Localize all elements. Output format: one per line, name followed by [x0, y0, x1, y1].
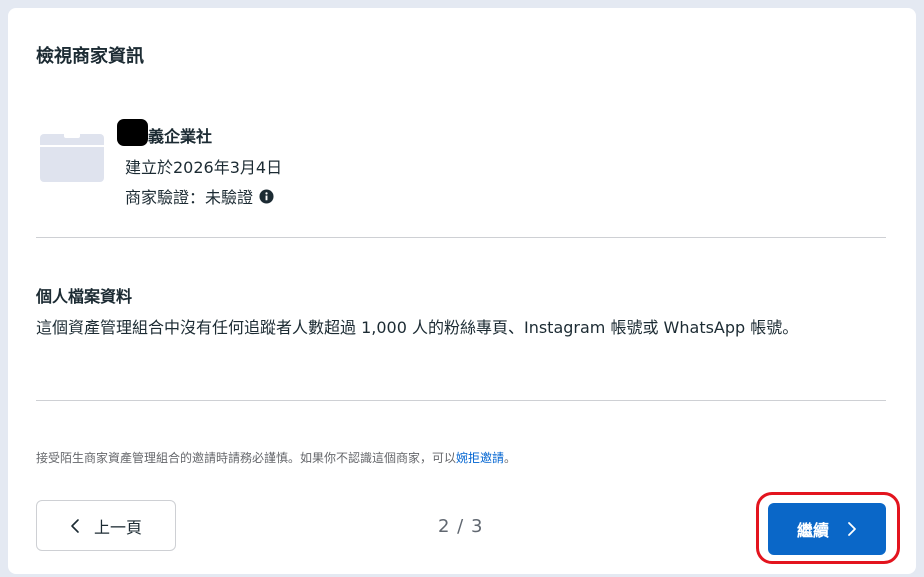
profile-section-body: 這個資產管理組合中沒有任何追蹤者人數超過 1,000 人的粉絲專頁、Instag…: [36, 318, 799, 337]
chevron-left-icon: [71, 518, 79, 533]
continue-button-label: 繼續: [796, 521, 829, 540]
card-title: 檢視商家資訊: [36, 46, 144, 67]
divider: [36, 237, 886, 238]
business-created-date: 建立於2026年3月4日: [125, 158, 283, 177]
business-name: 義企業社: [148, 127, 213, 146]
profile-section-title: 個人檔案資料: [36, 287, 133, 306]
redacted-name-mark: [117, 119, 148, 146]
decline-invite-link[interactable]: 婉拒邀請: [456, 451, 504, 465]
verification-status: 商家驗證：未驗證: [125, 188, 254, 207]
caution-text: 接受陌生商家資產管理組合的邀請時請務必謹慎。如果你不認識這個商家，可以: [36, 451, 457, 465]
page-indicator: 2 / 3: [438, 516, 484, 537]
briefcase-icon: [36, 122, 108, 194]
continue-button[interactable]: 繼續: [768, 503, 886, 555]
caution-notice: 接受陌生商家資產管理組合的邀請時請務必謹慎。如果你不認識這個商家，可以婉拒邀請。: [36, 449, 516, 466]
business-info-card: 檢視商家資訊 義企業社 建立於2026年3月4日 商家驗證：未驗證 個人檔案資料…: [8, 8, 916, 574]
business-verification: 商家驗證：未驗證: [125, 184, 274, 208]
info-icon[interactable]: [259, 188, 274, 204]
caution-end: 。: [504, 451, 517, 465]
previous-button[interactable]: 上一頁: [36, 500, 176, 551]
divider: [36, 400, 886, 401]
previous-button-label: 上一頁: [93, 517, 142, 537]
chevron-right-icon: [848, 522, 856, 536]
